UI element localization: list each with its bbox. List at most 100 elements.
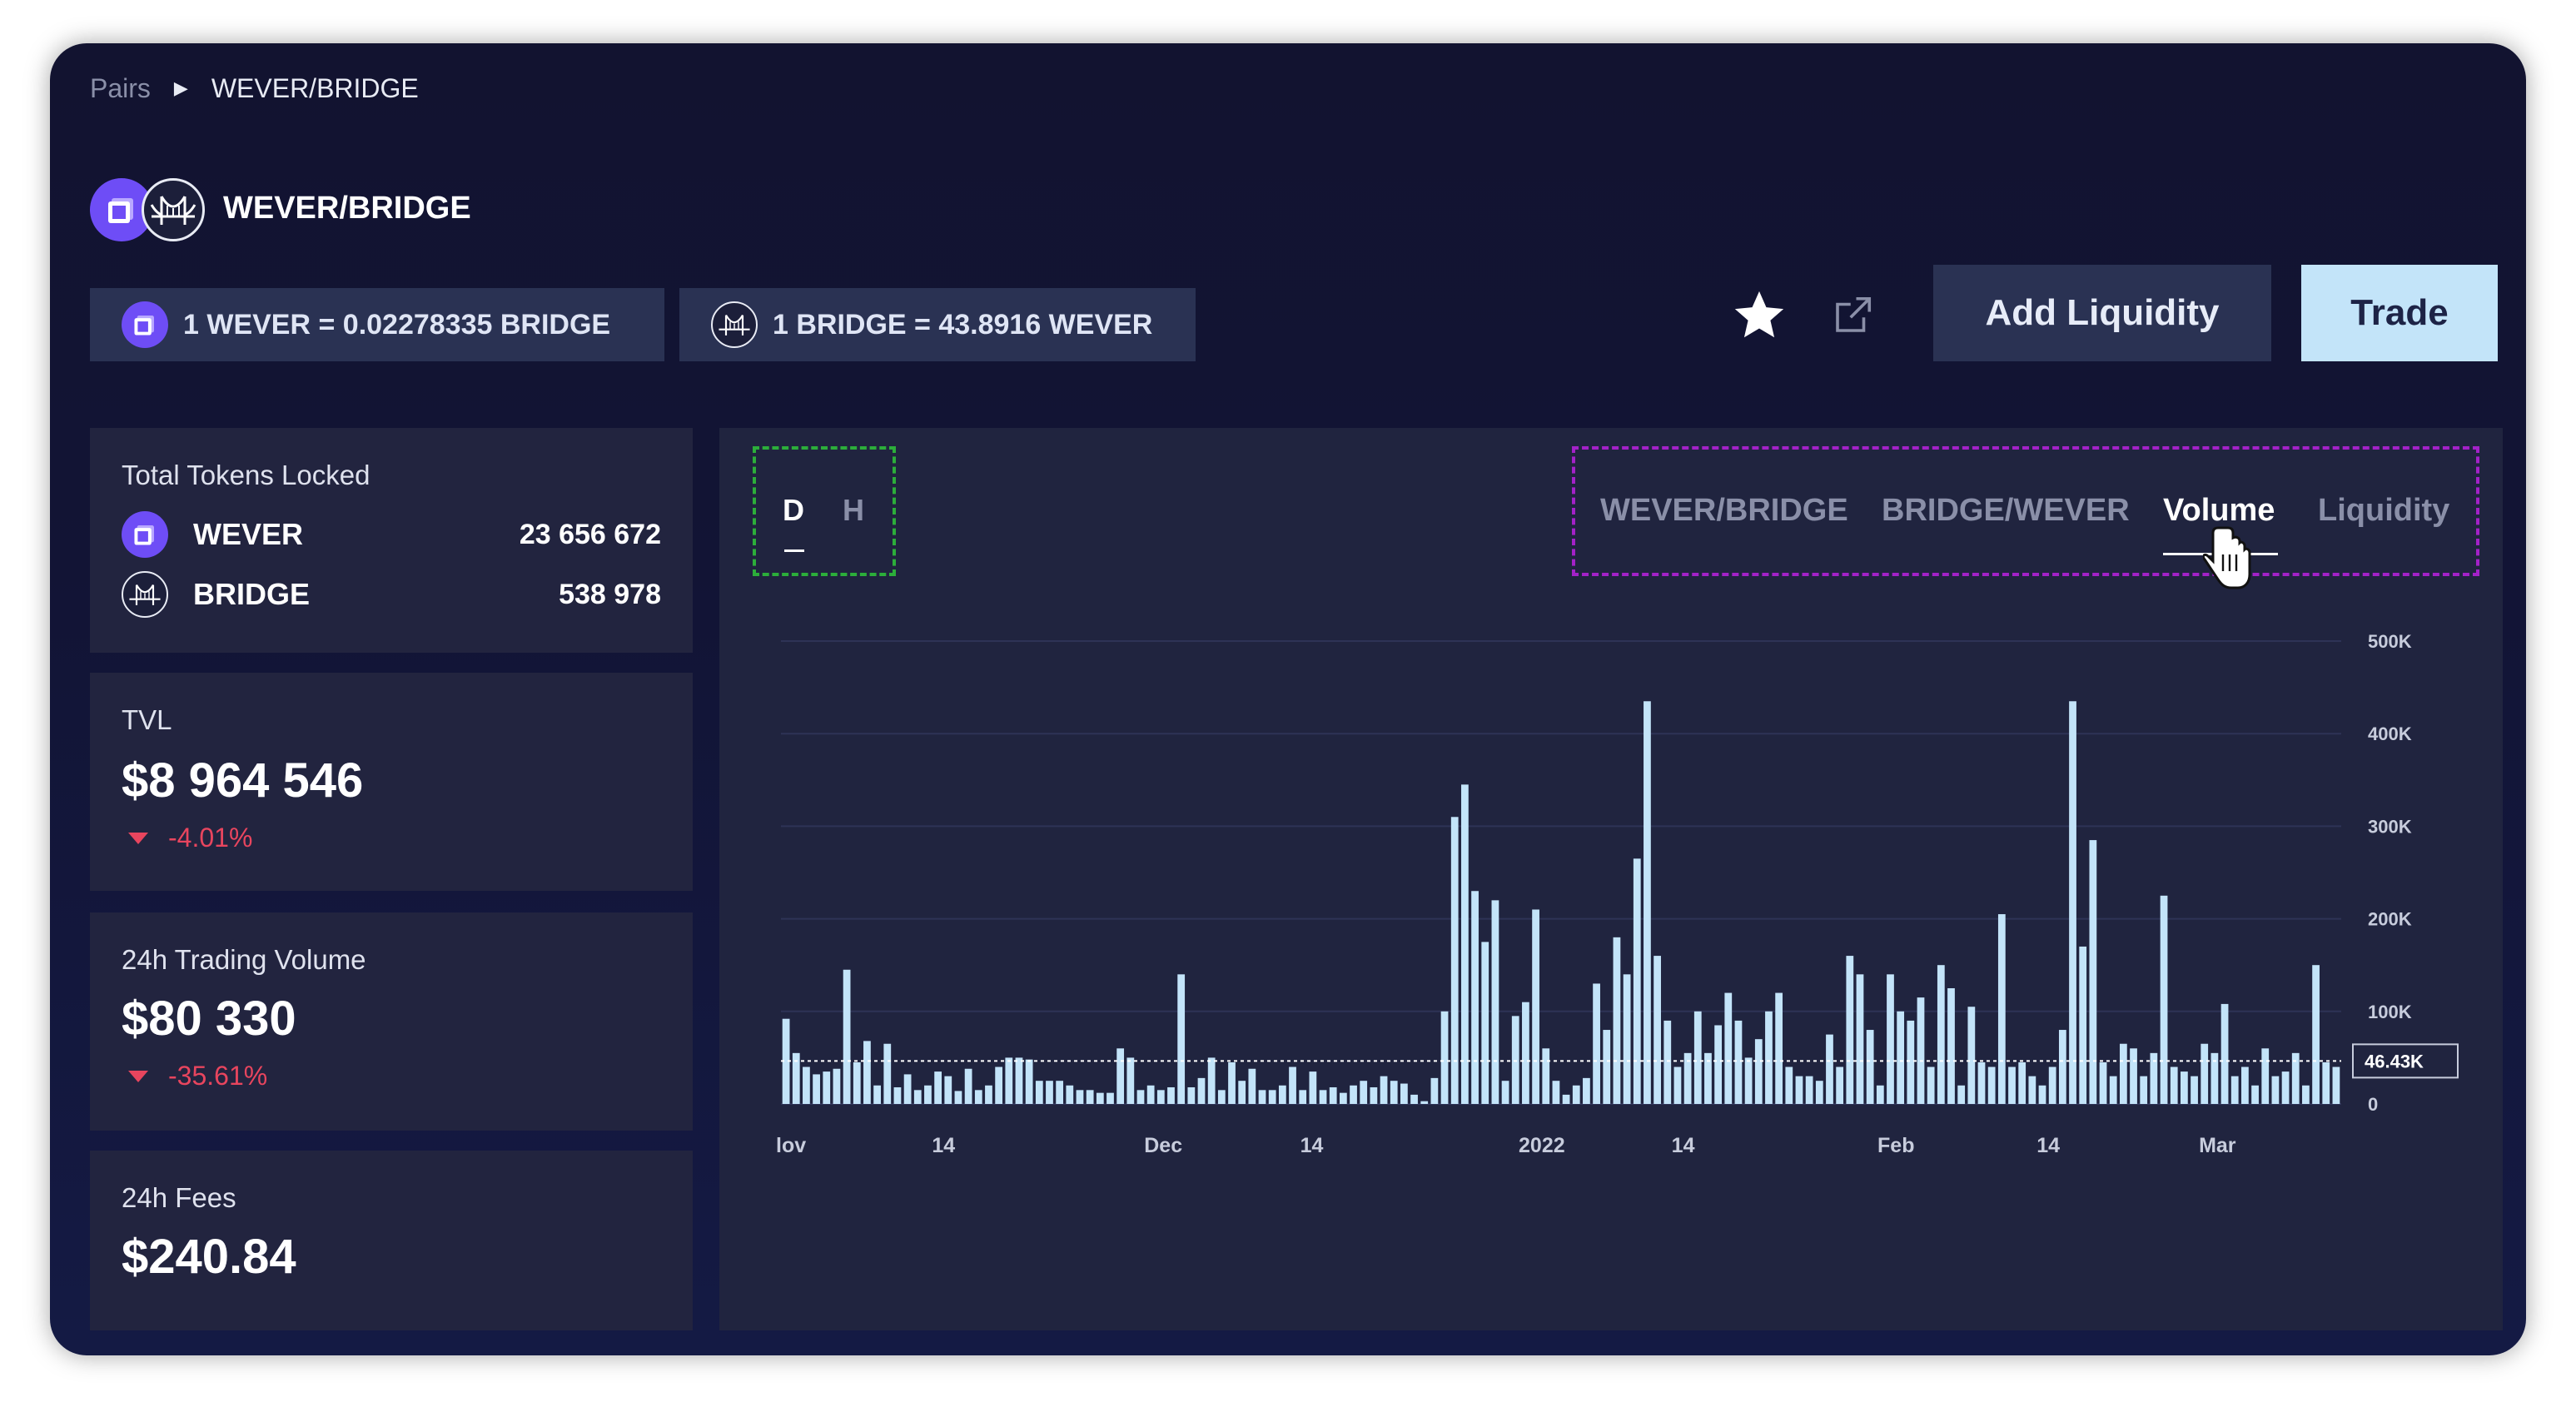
volume-bar[interactable]	[2281, 1071, 2290, 1104]
volume-bar[interactable]	[1967, 1007, 1976, 1104]
volume-bar[interactable]	[2271, 1076, 2280, 1104]
volume-bar[interactable]	[1815, 1081, 1823, 1104]
volume-bar[interactable]	[1106, 1092, 1114, 1104]
volume-bar[interactable]	[1350, 1085, 1357, 1104]
volume-bar[interactable]	[833, 1068, 841, 1104]
volume-bar[interactable]	[1552, 1081, 1560, 1104]
volume-bar[interactable]	[2109, 1076, 2117, 1104]
volume-bar[interactable]	[2008, 1066, 2016, 1104]
volume-bar[interactable]	[1744, 1057, 1753, 1104]
volume-bar[interactable]	[1644, 701, 1651, 1104]
volume-bar[interactable]	[1015, 1057, 1023, 1104]
volume-bar[interactable]	[1775, 992, 1783, 1104]
volume-bar[interactable]	[2241, 1066, 2249, 1104]
volume-bar[interactable]	[1481, 942, 1489, 1104]
volume-bar[interactable]	[1126, 1057, 1135, 1104]
volume-bar[interactable]	[883, 1043, 892, 1104]
volume-bar[interactable]	[1187, 1086, 1196, 1104]
volume-bar[interactable]	[813, 1074, 820, 1104]
volume-bar[interactable]	[913, 1090, 922, 1104]
volume-bar[interactable]	[1035, 1081, 1043, 1104]
volume-bar[interactable]	[1248, 1068, 1256, 1104]
volume-bar[interactable]	[1096, 1092, 1104, 1104]
volume-bar[interactable]	[1997, 914, 2006, 1104]
volume-bar[interactable]	[1228, 1061, 1236, 1104]
volume-bar[interactable]	[843, 969, 851, 1104]
volume-bar[interactable]	[1167, 1086, 1175, 1104]
volume-bar[interactable]	[1056, 1081, 1064, 1104]
volume-bar[interactable]	[1897, 1011, 1905, 1104]
volume-bar[interactable]	[924, 1085, 932, 1104]
volume-bar[interactable]	[1876, 1085, 1884, 1104]
volume-bar[interactable]	[2089, 840, 2097, 1104]
volume-bar[interactable]	[1491, 900, 1499, 1104]
volume-bar[interactable]	[2302, 1085, 2310, 1104]
volume-bar[interactable]	[954, 1091, 962, 1104]
volume-bar[interactable]	[1826, 1034, 1833, 1104]
volume-bar[interactable]	[1937, 965, 1945, 1104]
volume-bar[interactable]	[1380, 1076, 1388, 1104]
volume-bar[interactable]	[1076, 1090, 1084, 1104]
volume-bar[interactable]	[1805, 1076, 1813, 1104]
volume-bar[interactable]	[2048, 1066, 2056, 1104]
volume-bar[interactable]	[1086, 1090, 1094, 1104]
volume-bar[interactable]	[1370, 1086, 1378, 1104]
volume-bar[interactable]	[2181, 1071, 2188, 1104]
volume-bar[interactable]	[985, 1085, 992, 1104]
volume-bar[interactable]	[893, 1086, 902, 1104]
volume-bar[interactable]	[1278, 1085, 1286, 1104]
volume-bar[interactable]	[2038, 1085, 2046, 1104]
volume-bar[interactable]	[2261, 1048, 2270, 1104]
volume-bar[interactable]	[2312, 965, 2320, 1104]
volume-bar[interactable]	[944, 1076, 952, 1104]
volume-bar[interactable]	[1046, 1081, 1053, 1104]
volume-bar[interactable]	[2220, 1003, 2229, 1104]
add-liquidity-button[interactable]: Add Liquidity	[1933, 265, 2271, 361]
volume-bar[interactable]	[823, 1071, 831, 1104]
volume-bar[interactable]	[1856, 974, 1864, 1104]
volume-bar[interactable]	[1319, 1090, 1327, 1104]
volume-bar[interactable]	[2119, 1043, 2127, 1104]
volume-bar[interactable]	[1501, 1081, 1509, 1104]
volume-bar[interactable]	[2230, 1076, 2239, 1104]
volume-bar[interactable]	[1947, 988, 1955, 1104]
volume-bar[interactable]	[1603, 1030, 1611, 1104]
volume-bar[interactable]	[1593, 983, 1600, 1104]
volume-bar[interactable]	[1785, 1066, 1793, 1104]
volume-bar[interactable]	[2028, 1076, 2036, 1104]
volume-bar[interactable]	[1289, 1066, 1296, 1104]
volume-bar[interactable]	[1258, 1090, 1266, 1104]
volume-bar[interactable]	[974, 1090, 982, 1104]
volume-bar[interactable]	[1471, 891, 1479, 1104]
volume-bar[interactable]	[1866, 1030, 1874, 1104]
volume-bar[interactable]	[1025, 1059, 1033, 1104]
volume-bar[interactable]	[1562, 1094, 1570, 1104]
volume-bar[interactable]	[2079, 946, 2087, 1104]
volume-bar[interactable]	[1532, 909, 1539, 1104]
volume-bar[interactable]	[1734, 1020, 1743, 1104]
volume-bar[interactable]	[1572, 1085, 1580, 1104]
volume-bar[interactable]	[2201, 1043, 2209, 1104]
volume-bar[interactable]	[1542, 1048, 1550, 1104]
volume-bar[interactable]	[803, 1066, 810, 1104]
volume-bar[interactable]	[863, 1041, 871, 1104]
volume-bar[interactable]	[1673, 1066, 1682, 1104]
volume-bar[interactable]	[2099, 1061, 2107, 1104]
volume-bar[interactable]	[2069, 701, 2076, 1104]
volume-bar[interactable]	[1410, 1094, 1418, 1104]
volume-bar[interactable]	[1663, 1020, 1672, 1104]
volume-bar[interactable]	[1177, 974, 1186, 1104]
volume-bar[interactable]	[903, 1074, 912, 1104]
volume-bar[interactable]	[1522, 1002, 1529, 1104]
volume-bar[interactable]	[1836, 1066, 1844, 1104]
volume-bar[interactable]	[1440, 1011, 1449, 1104]
volume-bar[interactable]	[2191, 1076, 2198, 1104]
volume-bar[interactable]	[1116, 1048, 1125, 1104]
volume-bar[interactable]	[1156, 1090, 1165, 1104]
volume-bar[interactable]	[2140, 1076, 2148, 1104]
volume-bar[interactable]	[1977, 1061, 1986, 1104]
volume-bar[interactable]	[2332, 1066, 2340, 1104]
volume-bar[interactable]	[1887, 974, 1894, 1104]
external-link-icon[interactable]	[1830, 293, 1875, 338]
volume-bar[interactable]	[1268, 1090, 1276, 1104]
